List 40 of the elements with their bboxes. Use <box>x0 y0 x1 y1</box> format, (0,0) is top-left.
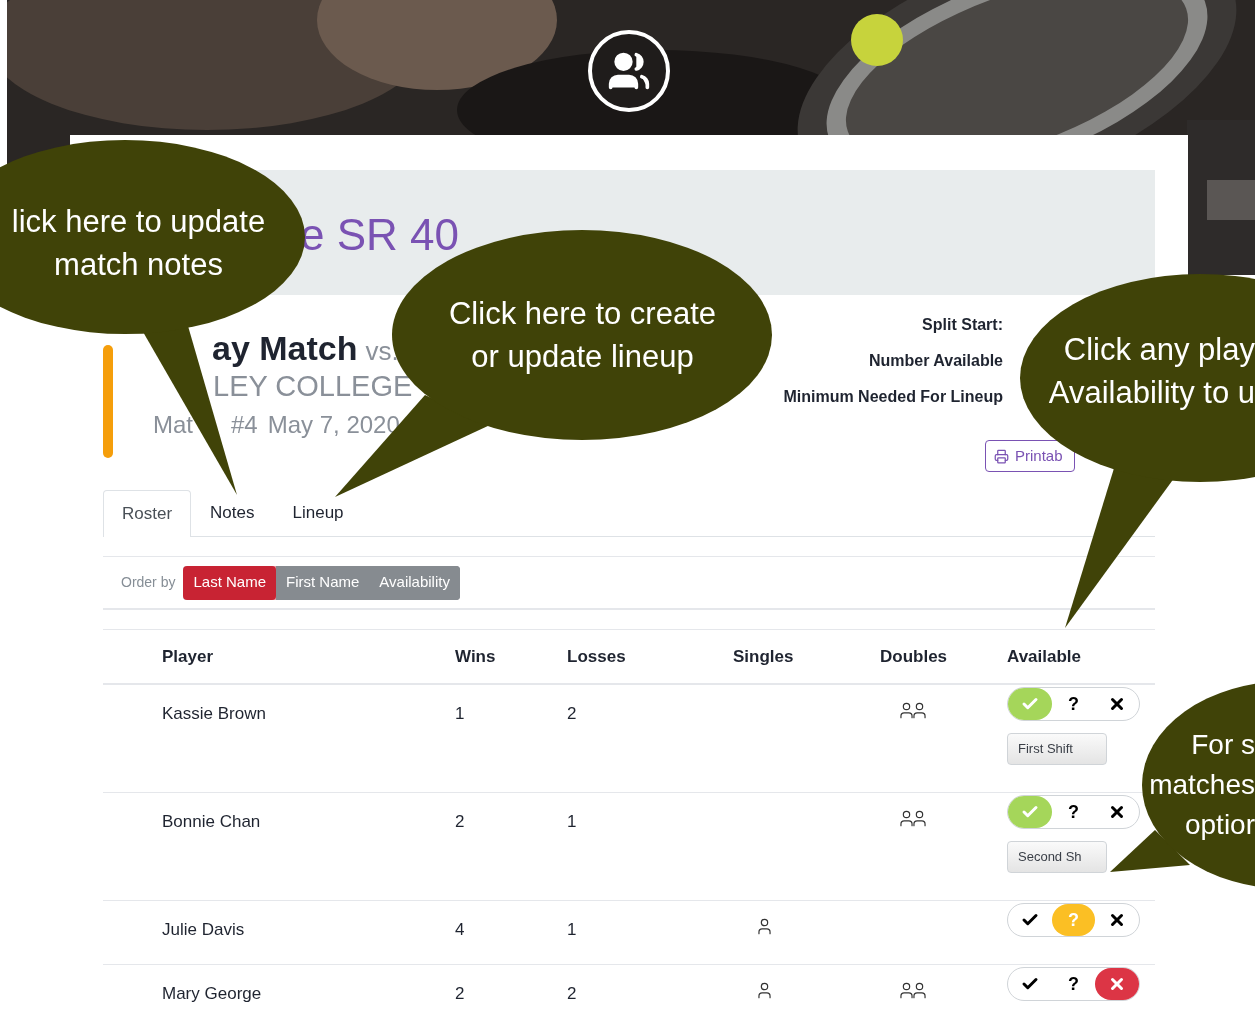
losses-cell-text: 1 <box>567 919 578 941</box>
shift-select[interactable]: First Shift <box>1007 733 1107 765</box>
match-label: Mat <box>153 410 193 440</box>
column-header: Doubles <box>880 645 949 668</box>
wins-cell-text: 2 <box>455 983 466 1005</box>
wins-cell-text: 4 <box>455 919 466 941</box>
player-name: Bonnie Chan <box>162 811 262 833</box>
info-label: Number Available <box>869 351 1003 371</box>
printer-icon <box>994 448 1009 464</box>
match-type: ay Match <box>212 328 358 369</box>
callout-text: lick here to update match notes <box>10 203 267 284</box>
sort-option[interactable]: Last Name <box>183 565 276 600</box>
player-name: Mary George <box>162 983 263 1005</box>
match-number: #4 <box>231 410 258 440</box>
wins-cell-text: 1 <box>455 703 466 725</box>
losses-cell-text: 2 <box>567 703 578 725</box>
column-header: Losses <box>567 645 627 668</box>
player-name: Kassie Brown <box>162 703 267 725</box>
column-header: Available <box>1007 645 1083 668</box>
wins-cell-text: 2 <box>455 811 466 833</box>
column-header: Player <box>162 645 215 668</box>
opponent-name: LEY COLLEGE <box>213 369 413 404</box>
losses-cell-text: 2 <box>567 983 578 1005</box>
order-by-label: Order by <box>121 573 176 592</box>
availability-option[interactable]: ? <box>1051 688 1096 720</box>
callout-text: For s matches optior <box>1149 728 1255 842</box>
tab[interactable]: Roster <box>103 490 192 537</box>
callout-text: Click any play Availability to u <box>1048 331 1255 412</box>
player-name: Julie Davis <box>162 919 246 941</box>
info-label: Minimum Needed For Lineup <box>783 387 1003 407</box>
availability-option[interactable]: ? <box>1051 796 1096 828</box>
tab[interactable]: Lineup <box>273 490 363 536</box>
availability-option[interactable]: ? <box>1051 968 1096 1000</box>
column-header: Singles <box>733 645 795 668</box>
losses-cell-text: 1 <box>567 811 578 833</box>
column-header: Wins <box>455 645 497 668</box>
shift-select[interactable]: Second Sh <box>1007 841 1107 873</box>
callout-text: Click here to create or update lineup <box>447 295 718 376</box>
tab[interactable]: Notes <box>191 490 274 536</box>
info-label: Split Start: <box>922 315 1003 335</box>
